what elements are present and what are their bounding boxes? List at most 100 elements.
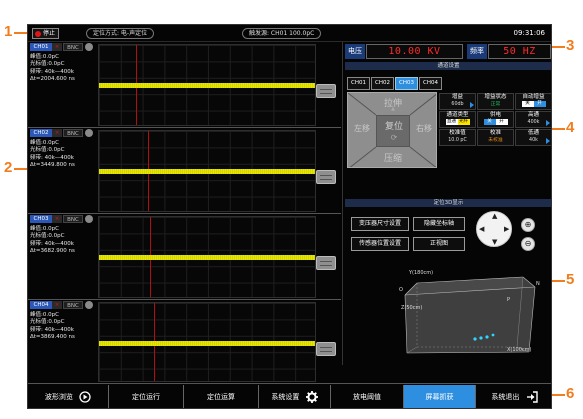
channel-knob-icon[interactable] xyxy=(85,43,93,51)
arrow-left-icon[interactable]: ◀ xyxy=(479,226,484,233)
channel-type-toggle[interactable]: 直通 光纤 xyxy=(440,119,475,126)
calibration-label: 校准 xyxy=(489,130,501,136)
channel-type-direct[interactable]: 直通 xyxy=(445,119,458,125)
scroll-handle[interactable] xyxy=(316,256,336,270)
tab-ch01[interactable]: CH01 xyxy=(347,77,370,90)
callout-3-line xyxy=(552,46,565,48)
tab-ch02[interactable]: CH02 xyxy=(371,77,394,90)
channel-type-setting: 通道类型 直通 光纤 xyxy=(439,111,476,128)
power-supply-setting: 供电 关开 xyxy=(477,111,514,128)
channel-name-tab[interactable]: CH02 xyxy=(30,129,52,137)
bnc-toggle[interactable]: BNC xyxy=(63,301,83,309)
discharge-threshold-button[interactable]: 放电阈值 xyxy=(331,385,404,408)
waveform-browse-button[interactable]: 波形浏览 xyxy=(28,385,109,408)
bnc-toggle[interactable]: BNC xyxy=(63,43,83,51)
hide-axis-button[interactable]: 隐藏坐标轴 xyxy=(413,217,465,231)
front-view-button[interactable]: 正视图 xyxy=(413,237,465,251)
right-triangle-icon xyxy=(470,102,474,108)
positioning-3d-view[interactable]: Y(180cm) Z(50cm) X(100cm) O N P xyxy=(347,267,550,362)
compress-button[interactable]: 压缩 xyxy=(376,151,410,164)
play-circle-icon xyxy=(79,391,91,403)
frequency-band: 频带: 40k—400k xyxy=(30,240,74,247)
channel-name-tab[interactable]: CH01 xyxy=(30,43,52,51)
cursor-value: 光标值:0.0pC xyxy=(30,319,65,326)
waveform-trace xyxy=(99,169,315,174)
stop-button[interactable]: 停止 xyxy=(32,28,59,39)
waveform-trace xyxy=(99,83,315,88)
waveform-plot[interactable] xyxy=(98,130,316,212)
scroll-handle[interactable] xyxy=(316,342,336,356)
channel-close-button[interactable]: × xyxy=(52,43,62,51)
lowpass-setting[interactable]: 低通 40k xyxy=(515,129,551,146)
waveform-plot[interactable] xyxy=(98,216,316,298)
z-axis-label: Z(50cm) xyxy=(401,305,423,311)
system-exit-button[interactable]: 系统退出 xyxy=(476,385,551,408)
channel-knob-icon[interactable] xyxy=(85,129,93,137)
bnc-toggle[interactable]: BNC xyxy=(63,129,83,137)
callout-3: 3 xyxy=(566,37,575,54)
channel-info: 峰值:0.0pC 光标值:0.0pC 频带: 40k—400k Δt=3869.… xyxy=(30,312,100,341)
move-left-button[interactable]: 左移 xyxy=(349,123,375,134)
arrow-right-icon[interactable]: ▶ xyxy=(504,226,509,233)
calibration-state: 未校准 xyxy=(488,138,503,143)
clock: 09:31:06 xyxy=(513,29,545,37)
arrow-up-icon[interactable]: ▲ xyxy=(492,213,497,220)
channel-name-tab[interactable]: CH04 xyxy=(30,301,52,309)
callout-1: 1 xyxy=(4,23,13,40)
channel-close-button[interactable]: × xyxy=(52,301,62,309)
highpass-setting[interactable]: 高通 400k xyxy=(515,111,551,128)
stop-label: 停止 xyxy=(43,30,56,37)
transformer-size-button[interactable]: 变压器尺寸设置 xyxy=(351,217,409,231)
arrow-down-icon[interactable]: ▼ xyxy=(492,239,497,246)
scroll-handle[interactable] xyxy=(316,170,336,184)
cursor-value: 光标值:0.0pC xyxy=(30,233,65,240)
channel-type-fiber[interactable]: 光纤 xyxy=(457,119,470,125)
up-arrow-icon: ▲ xyxy=(391,106,395,112)
callout-5-line xyxy=(552,280,565,282)
auto-gain-on[interactable]: 开 xyxy=(533,101,546,107)
sensor-position-button[interactable]: 传感器位置设置 xyxy=(351,237,409,251)
callout-2: 2 xyxy=(4,159,13,176)
power-supply-on[interactable]: 开 xyxy=(495,119,508,125)
channel-panel-3: CH03 × BNC 峰值:0.0pC 光标值:0.0pC 频带: 40k—40… xyxy=(28,214,341,299)
channel-close-button[interactable]: × xyxy=(52,215,62,223)
power-supply-off[interactable]: 关 xyxy=(483,119,496,125)
zoom-in-icon[interactable]: ⊕ xyxy=(521,218,535,232)
instrument-screen: 停止 定位方式: 电-声定位 触发源: CH01 100.0pC 09:31:0… xyxy=(27,24,552,409)
channel-tabs: CH04 × BNC xyxy=(28,300,108,309)
callout-2-line xyxy=(14,168,28,170)
corner-p-label: P xyxy=(507,297,511,303)
auto-gain-off[interactable]: 关 xyxy=(521,101,534,107)
calibration-value-setting[interactable]: 校准值 10.0 pC xyxy=(439,129,476,146)
channel-knob-icon[interactable] xyxy=(85,215,93,223)
voltage-label: 电压 xyxy=(345,44,365,59)
stop-indicator-icon xyxy=(35,30,41,37)
tab-ch04[interactable]: CH04 xyxy=(419,77,442,90)
rotate-joystick[interactable]: ▲ ▼ ◀ ▶ xyxy=(476,211,512,247)
voltage-display: 10.00 KV xyxy=(366,44,463,59)
scroll-handle[interactable] xyxy=(316,84,336,98)
exit-icon xyxy=(526,391,538,403)
channel-tabs: CH02 × BNC xyxy=(28,128,108,137)
gear-icon xyxy=(305,391,318,403)
reset-button[interactable]: 复位 ⟳ xyxy=(376,115,410,147)
channel-close-button[interactable]: × xyxy=(52,129,62,137)
power-supply-toggle[interactable]: 关开 xyxy=(478,119,513,126)
channel-name-tab[interactable]: CH03 xyxy=(30,215,52,223)
move-right-button[interactable]: 右移 xyxy=(411,123,437,134)
zoom-out-icon[interactable]: ⊖ xyxy=(521,237,535,251)
delta-time: Δt=2004.600 ns xyxy=(30,75,75,82)
tab-ch03[interactable]: CH03 xyxy=(395,77,418,90)
bnc-toggle[interactable]: BNC xyxy=(63,215,83,223)
waveform-plot[interactable] xyxy=(98,44,316,126)
waveform-plot[interactable] xyxy=(98,302,316,382)
auto-gain-toggle[interactable]: 关开 xyxy=(516,101,551,108)
channel-knob-icon[interactable] xyxy=(85,301,93,309)
calibration-setting[interactable]: 校准 未校准 xyxy=(477,129,514,146)
locate-run-button[interactable]: 定位运行 xyxy=(109,385,184,408)
system-settings-button[interactable]: 系统设置 xyxy=(259,385,331,408)
locate-calc-button[interactable]: 定位运算 xyxy=(184,385,259,408)
gain-setting[interactable]: 增益 60db xyxy=(439,93,476,110)
callout-6: 6 xyxy=(566,385,575,402)
screen-capture-button[interactable]: 屏幕抓获 xyxy=(404,385,476,408)
